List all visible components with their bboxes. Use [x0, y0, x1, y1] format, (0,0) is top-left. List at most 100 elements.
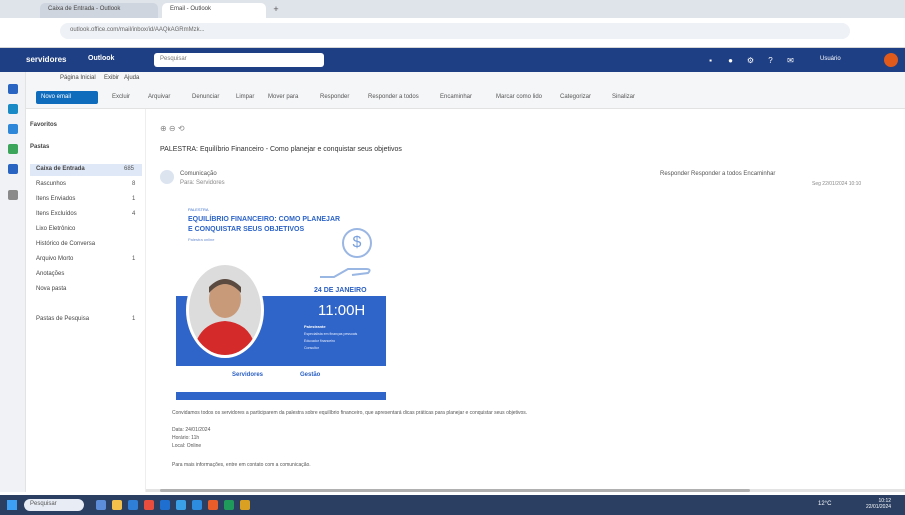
forward-button[interactable]: Encaminhar	[440, 94, 472, 100]
user-name[interactable]: Usuário	[820, 56, 841, 62]
info-date: Data: 24/01/2024	[172, 427, 211, 433]
powerpoint-icon[interactable]	[208, 500, 218, 510]
edge-icon[interactable]	[128, 500, 138, 510]
delete-button[interactable]: Excluir	[112, 94, 130, 100]
message-body-paragraph: Convidamos todos os servidores a partici…	[172, 410, 528, 416]
sent-count: 1	[132, 196, 136, 202]
url-field[interactable]: outlook.office.com/mail/inbox/id/AAQkAGR…	[60, 23, 850, 39]
help-icon[interactable]: ?	[766, 56, 775, 65]
weather-tray[interactable]: 12°C	[818, 501, 831, 507]
flyer-title-line1: EQUILÍBRIO FINANCEIRO: COMO PLANEJAR	[188, 216, 341, 223]
folder-conversation-history[interactable]: Histórico de Conversa	[36, 241, 95, 247]
categorize-button[interactable]: Categorizar	[560, 94, 591, 100]
flyer-speaker: Palestrante	[304, 324, 326, 329]
taskbar-search[interactable]: Pesquisar	[24, 499, 84, 511]
store-icon[interactable]	[176, 500, 186, 510]
folder-junk[interactable]: Lixo Eletrônico	[36, 226, 75, 232]
teams-icon[interactable]: ▪	[706, 56, 715, 65]
folder-inbox[interactable]: Caixa de Entrada	[36, 166, 85, 172]
scrollbar-thumb[interactable]	[160, 489, 750, 492]
people-icon[interactable]	[8, 124, 18, 134]
message-body-closing: Para mais informações, entre em contato …	[172, 462, 311, 468]
flyer-date: 24 DE JANEIRO	[314, 287, 367, 294]
windows-start-icon[interactable]	[7, 500, 17, 510]
info-place: Local: Online	[172, 443, 202, 449]
todo-icon[interactable]	[8, 144, 18, 154]
info-time: Horário: 11h	[172, 435, 200, 441]
move-to-button[interactable]: Mover para	[268, 94, 298, 100]
flyer-kicker: PALESTRA	[188, 207, 209, 212]
files-icon[interactable]	[8, 164, 18, 174]
folder-notes[interactable]: Anotações	[36, 271, 64, 277]
browser-tab-inbox[interactable]: Caixa de Entrada - Outlook	[40, 3, 158, 18]
hand-icon	[320, 268, 371, 278]
folder-deleted[interactable]: Itens Excluídos	[36, 211, 77, 217]
ribbon-tabs	[26, 72, 905, 87]
reply-button[interactable]: Responder	[320, 94, 349, 100]
folder-new[interactable]: Nova pasta	[36, 286, 66, 292]
flyer-time: 11:00H	[318, 302, 366, 319]
drafts-count: 8	[132, 181, 136, 187]
archive-count: 1	[132, 256, 136, 262]
clock[interactable]: 10:12 22/01/2024	[866, 498, 891, 510]
task-view-icon[interactable]	[96, 500, 106, 510]
tab-home[interactable]: Página Inicial	[60, 75, 96, 81]
new-mail-button[interactable]: Novo email	[36, 91, 98, 104]
tab-help[interactable]: Ajuda	[124, 75, 139, 81]
avatar[interactable]	[884, 53, 898, 67]
inbox-count: 685	[124, 166, 135, 172]
bell-icon[interactable]: ●	[726, 56, 735, 65]
message-sender[interactable]: Comunicação	[180, 171, 217, 177]
favorites-header[interactable]: Favoritos	[30, 122, 57, 128]
report-button[interactable]: Denunciar	[192, 94, 219, 100]
mark-read-button[interactable]: Marcar como lido	[496, 94, 542, 100]
flyer-subtitle: Palestra online	[188, 237, 215, 242]
message-date: Seg 22/01/2024 10:10	[812, 181, 862, 187]
clock-date: 22/01/2024	[866, 504, 892, 510]
file-explorer-icon[interactable]	[112, 500, 122, 510]
reply-all-button[interactable]: Responder a todos	[368, 94, 419, 100]
flyer-logo-1: Servidores	[232, 372, 264, 378]
folder-search[interactable]: Pastas de Pesquisa	[36, 316, 89, 322]
app-icon[interactable]	[240, 500, 250, 510]
flyer-logos	[176, 366, 386, 390]
search-folders-count: 1	[132, 316, 136, 322]
folders-header[interactable]: Pastas	[30, 144, 49, 150]
coin-icon: $	[342, 228, 372, 258]
flyer-bio-line: Especialista em finanças pessoais	[304, 332, 358, 336]
mail-icon[interactable]	[8, 84, 18, 94]
tab-view[interactable]: Exibir	[104, 75, 119, 81]
new-tab-button[interactable]: +	[270, 4, 282, 15]
search-input[interactable]: Pesquisar	[154, 53, 324, 67]
folder-archive[interactable]: Arquivo Morto	[36, 256, 73, 262]
app-name[interactable]: Outlook	[88, 55, 114, 62]
sweep-button[interactable]: Limpar	[236, 94, 254, 100]
archive-button[interactable]: Arquivar	[148, 94, 170, 100]
flyer-logo-2: Gestão	[300, 372, 321, 378]
outlook-taskbar-icon[interactable]	[160, 500, 170, 510]
zoom-controls[interactable]: ⊕ ⊖ ⟲	[160, 124, 185, 133]
flyer-bio-line: Consultor	[304, 346, 319, 350]
flag-button[interactable]: Sinalizar	[612, 94, 635, 100]
calendar-icon[interactable]	[8, 104, 18, 114]
feedback-icon[interactable]: ✉	[786, 56, 795, 65]
message-subject: PALESTRA: Equilíbrio Financeiro - Como p…	[160, 146, 402, 153]
browser-tab-email[interactable]: Email - Outlook	[162, 3, 266, 18]
speaker-photo	[186, 262, 264, 358]
excel-icon[interactable]	[224, 500, 234, 510]
sender-avatar[interactable]	[160, 170, 174, 184]
deleted-count: 4	[132, 211, 136, 217]
word-icon[interactable]	[192, 500, 202, 510]
message-recipient: Para: Servidores	[180, 180, 225, 186]
folder-drafts[interactable]: Rascunhos	[36, 181, 66, 187]
flyer-bio-line: Educador financeiro	[304, 339, 336, 343]
folder-sent[interactable]: Itens Enviados	[36, 196, 75, 202]
apps-icon[interactable]	[8, 190, 18, 200]
chrome-icon[interactable]	[144, 500, 154, 510]
brand-logo: servidores	[26, 55, 67, 64]
message-actions[interactable]: Responder Responder a todos Encaminhar	[660, 171, 775, 177]
gear-icon[interactable]: ⚙	[746, 56, 755, 65]
app-rail	[0, 72, 26, 492]
flyer-title-line2: E CONQUISTAR SEUS OBJETIVOS	[188, 226, 305, 233]
flyer-footer-bar	[176, 392, 386, 400]
